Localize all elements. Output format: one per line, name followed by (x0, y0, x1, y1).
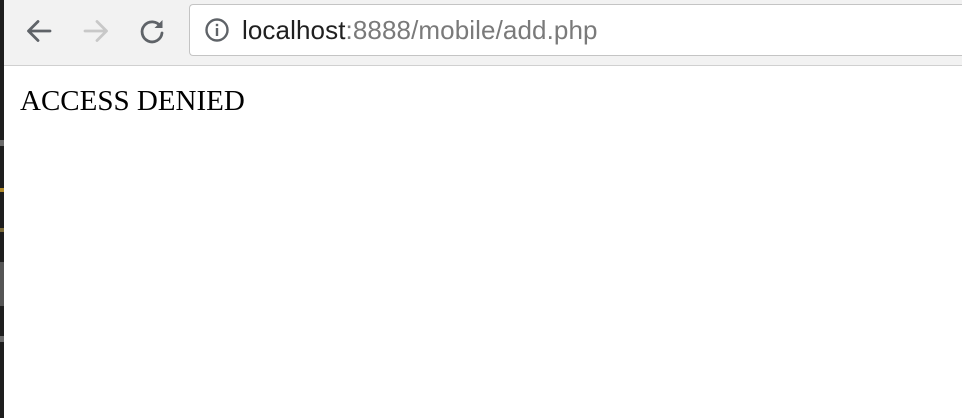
info-circle-icon[interactable] (204, 17, 230, 43)
address-bar[interactable]: localhost:8888/mobile/add.php (189, 4, 962, 56)
browser-window: localhost:8888/mobile/add.php ACCESS DEN… (0, 0, 962, 418)
url-host: localhost (242, 15, 346, 45)
url-path: :8888/mobile/add.php (345, 15, 598, 45)
access-denied-message: ACCESS DENIED (20, 85, 245, 117)
page-content: ACCESS DENIED (4, 66, 962, 418)
forward-button[interactable] (81, 14, 111, 48)
back-button[interactable] (24, 14, 54, 48)
arrow-left-icon (25, 17, 53, 45)
reload-icon (138, 17, 166, 45)
address-url[interactable]: localhost:8888/mobile/add.php (242, 15, 598, 45)
arrow-right-icon (82, 17, 110, 45)
browser-toolbar: localhost:8888/mobile/add.php (4, 0, 962, 66)
reload-button[interactable] (137, 14, 167, 48)
